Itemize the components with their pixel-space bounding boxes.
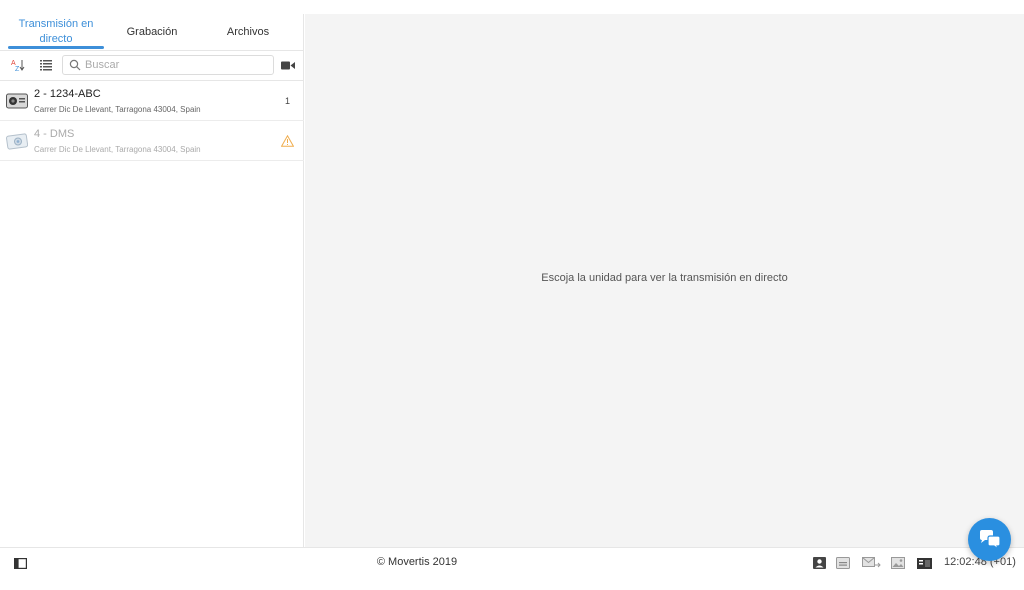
copyright-text: © Movertis 2019	[376, 556, 458, 568]
footer: © Movertis 2019 12:02:48 (+01)	[0, 547, 1024, 577]
tab-files[interactable]: Archivos	[200, 14, 296, 50]
list-view-icon[interactable]	[36, 55, 56, 75]
search-box	[62, 55, 274, 75]
chat-button[interactable]	[968, 518, 1011, 561]
video-camera-icon[interactable]	[278, 55, 298, 75]
tab-recording-label: Grabación	[126, 25, 178, 38]
contact-card-icon[interactable]	[811, 556, 827, 570]
unit-row[interactable]: 2 - 1234-ABC Carrer Dic De Llevant, Tarr…	[0, 81, 304, 121]
unit-name: 4 - DMS	[34, 128, 75, 140]
top-strip	[0, 0, 1024, 14]
chat-bubbles-icon	[979, 529, 1001, 550]
dashcam-icon	[6, 93, 28, 109]
sort-az-icon[interactable]: A Z	[8, 55, 28, 75]
unit-address: Carrer Dic De Llevant, Tarragona 43004, …	[34, 145, 201, 154]
tab-live[interactable]: Transmisión en directo	[8, 14, 104, 50]
camera-device-icon	[6, 133, 28, 150]
empty-state-message: Escoja la unidad para ver la transmisión…	[541, 272, 788, 284]
unit-count: 1	[284, 96, 290, 106]
tab-live-label-1: Transmisión en	[18, 18, 94, 30]
svg-text:Z: Z	[15, 66, 20, 72]
live-view-panel: Escoja la unidad para ver la transmisión…	[305, 14, 1024, 547]
inbox-tray-icon[interactable]	[835, 556, 851, 570]
unit-address: Carrer Dic De Llevant, Tarragona 43004, …	[34, 105, 201, 114]
tab-live-label-2: directo	[39, 33, 73, 45]
unit-name: 2 - 1234-ABC	[34, 88, 101, 100]
tab-files-label: Archivos	[226, 25, 270, 38]
mail-forward-icon[interactable]	[861, 556, 881, 570]
tab-bar: Transmisión en directo Grabación Archivo…	[0, 14, 304, 51]
sidebar: Transmisión en directo Grabación Archivo…	[0, 14, 304, 547]
sidebar-toolbar: A Z	[0, 51, 304, 81]
unit-row[interactable]: 4 - DMS Carrer Dic De Llevant, Tarragona…	[0, 121, 304, 161]
tab-recording[interactable]: Grabación	[104, 14, 200, 50]
dashboard-icon[interactable]	[916, 556, 932, 570]
image-icon[interactable]	[890, 556, 906, 570]
active-tab-indicator	[8, 46, 104, 49]
search-icon	[69, 59, 81, 71]
search-input[interactable]	[85, 57, 269, 73]
warning-icon	[281, 135, 294, 147]
